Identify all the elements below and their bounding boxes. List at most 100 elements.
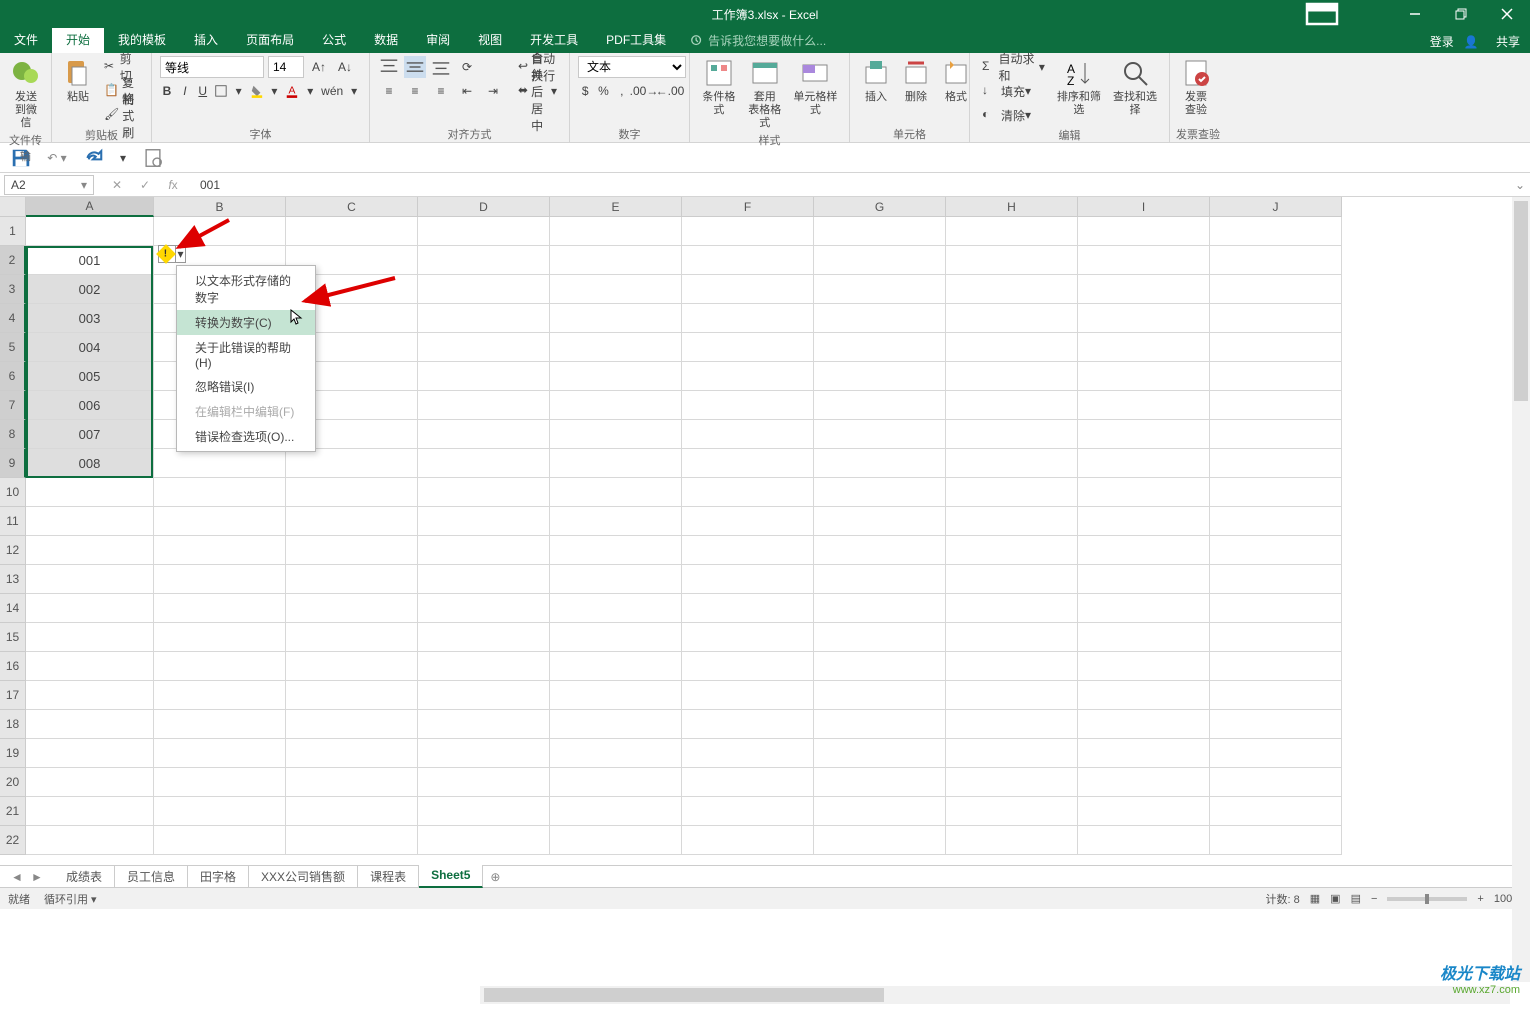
find-select-button[interactable]: 查找和选择: [1107, 55, 1163, 119]
cell[interactable]: [26, 565, 154, 594]
decrease-font-button[interactable]: A↓: [334, 56, 356, 78]
cell[interactable]: [154, 594, 286, 623]
cell[interactable]: 003: [26, 304, 154, 333]
cell[interactable]: [418, 449, 550, 478]
cell[interactable]: [26, 681, 154, 710]
cell[interactable]: [946, 594, 1078, 623]
cell[interactable]: [814, 275, 946, 304]
zoom-slider[interactable]: [1387, 897, 1467, 901]
cell[interactable]: 004: [26, 333, 154, 362]
cell[interactable]: [946, 710, 1078, 739]
qat-dropdown[interactable]: ▾: [118, 147, 128, 169]
cell[interactable]: [26, 536, 154, 565]
cell[interactable]: [286, 710, 418, 739]
zoom-out-button[interactable]: −: [1371, 893, 1377, 905]
cell[interactable]: [550, 623, 682, 652]
cell[interactable]: [814, 246, 946, 275]
cell[interactable]: [682, 246, 814, 275]
cell[interactable]: [418, 304, 550, 333]
cell[interactable]: [682, 391, 814, 420]
cell[interactable]: [814, 391, 946, 420]
cell[interactable]: [550, 217, 682, 246]
bold-button[interactable]: B: [160, 80, 174, 102]
cell[interactable]: [26, 797, 154, 826]
cell[interactable]: [154, 739, 286, 768]
cell[interactable]: [682, 449, 814, 478]
cell[interactable]: [682, 623, 814, 652]
cell[interactable]: [1078, 391, 1210, 420]
cell[interactable]: [1078, 710, 1210, 739]
sheet-tab[interactable]: 成绩表: [54, 865, 115, 888]
cell[interactable]: [682, 304, 814, 333]
cell[interactable]: [154, 536, 286, 565]
menu-item-convert[interactable]: 转换为数字(C): [177, 310, 315, 335]
cell[interactable]: [682, 710, 814, 739]
ribbon-display-options[interactable]: [1302, 0, 1342, 28]
cell[interactable]: [1078, 507, 1210, 536]
fill-button[interactable]: ↓填充 ▾: [978, 80, 1049, 102]
menu-item-options[interactable]: 错误检查选项(O)...: [177, 424, 315, 449]
tab-developer[interactable]: 开发工具: [516, 26, 592, 53]
cell[interactable]: 006: [26, 391, 154, 420]
cell[interactable]: [418, 739, 550, 768]
increase-decimal-button[interactable]: .00→: [633, 80, 655, 102]
cell[interactable]: [26, 710, 154, 739]
tell-me[interactable]: 告诉我您想要做什么...: [690, 32, 826, 53]
cell[interactable]: [1210, 652, 1342, 681]
sheet-tab[interactable]: 员工信息: [115, 865, 188, 888]
cell[interactable]: [946, 681, 1078, 710]
cell[interactable]: [1210, 797, 1342, 826]
cell[interactable]: [682, 681, 814, 710]
cell[interactable]: [1078, 565, 1210, 594]
cell[interactable]: [1210, 710, 1342, 739]
decrease-indent-button[interactable]: ⇤: [456, 80, 478, 102]
cell[interactable]: [814, 594, 946, 623]
cell[interactable]: [946, 420, 1078, 449]
cell[interactable]: [154, 478, 286, 507]
cell[interactable]: [682, 507, 814, 536]
cell[interactable]: [550, 652, 682, 681]
cell[interactable]: [418, 217, 550, 246]
cell[interactable]: [814, 797, 946, 826]
column-header[interactable]: E: [550, 197, 682, 217]
row-header[interactable]: 4: [0, 304, 26, 333]
share-button[interactable]: 👤 共享: [1464, 33, 1520, 50]
cell[interactable]: [286, 826, 418, 855]
restore-button[interactable]: [1438, 0, 1484, 28]
undo-button[interactable]: ↶ ▾: [46, 147, 68, 169]
align-top-button[interactable]: [378, 56, 400, 78]
enter-formula-button[interactable]: ✓: [136, 178, 154, 192]
cell[interactable]: [550, 507, 682, 536]
font-name-select[interactable]: [160, 56, 264, 78]
formula-input[interactable]: 001: [196, 178, 1510, 192]
cell[interactable]: [682, 768, 814, 797]
delete-cells-button[interactable]: 删除: [896, 55, 936, 106]
cell[interactable]: [154, 826, 286, 855]
sheet-tab[interactable]: XXX公司销售额: [249, 865, 358, 888]
row-header[interactable]: 6: [0, 362, 26, 391]
tab-layout[interactable]: 页面布局: [232, 26, 308, 53]
cell[interactable]: [946, 507, 1078, 536]
login-link[interactable]: 登录: [1430, 33, 1454, 50]
cell[interactable]: [418, 565, 550, 594]
cell[interactable]: [154, 623, 286, 652]
cell[interactable]: [946, 246, 1078, 275]
merge-center-button[interactable]: ⬌合并后居中 ▾: [514, 80, 561, 102]
menu-item-stored[interactable]: 以文本形式存储的数字: [177, 268, 315, 310]
cell[interactable]: [1210, 304, 1342, 333]
cell[interactable]: 008: [26, 449, 154, 478]
fill-color-button[interactable]: [250, 80, 264, 102]
cell[interactable]: [1210, 768, 1342, 797]
percent-button[interactable]: %: [596, 80, 610, 102]
print-preview-button[interactable]: [142, 147, 164, 169]
cell[interactable]: [418, 478, 550, 507]
cell[interactable]: [26, 768, 154, 797]
font-size-select[interactable]: [268, 56, 304, 78]
cell[interactable]: [1210, 826, 1342, 855]
cell[interactable]: [946, 333, 1078, 362]
column-header[interactable]: I: [1078, 197, 1210, 217]
increase-font-button[interactable]: A↑: [308, 56, 330, 78]
cell[interactable]: [1078, 275, 1210, 304]
cell[interactable]: [946, 362, 1078, 391]
cell[interactable]: [946, 304, 1078, 333]
